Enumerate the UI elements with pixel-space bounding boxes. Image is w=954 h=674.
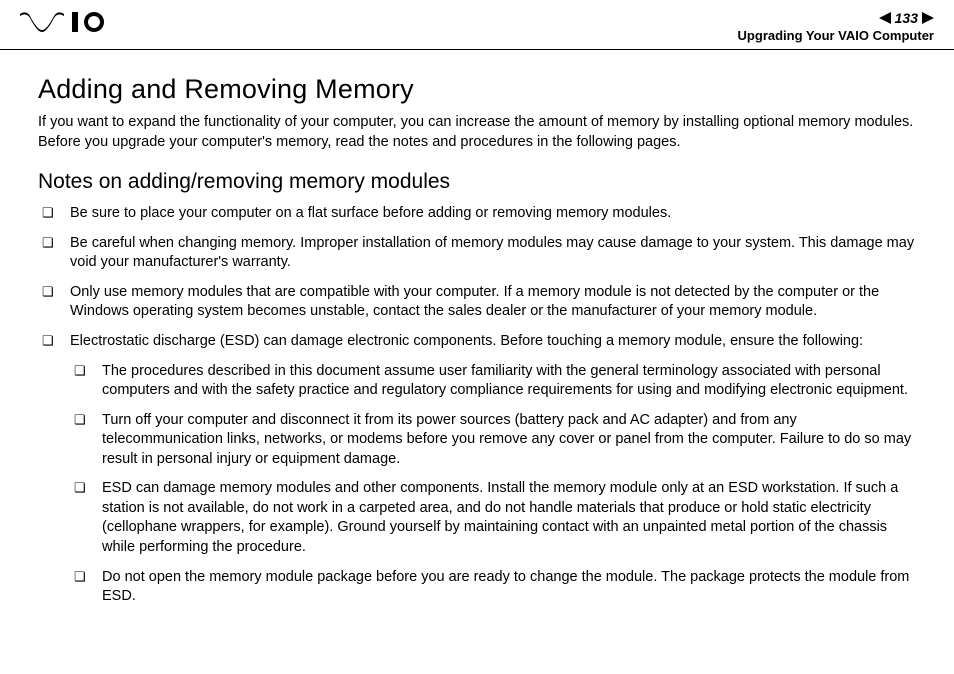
page-content: Adding and Removing Memory If you want t… <box>0 50 954 607</box>
list-item-text: Electrostatic discharge (ESD) can damage… <box>70 333 863 349</box>
nested-list: The procedures described in this documen… <box>70 362 916 607</box>
list-item: Be sure to place your computer on a flat… <box>38 204 916 224</box>
document-page: 133 Upgrading Your VAIO Computer Adding … <box>0 0 954 674</box>
list-item-text: The procedures described in this documen… <box>102 363 908 399</box>
list-item: ESD can damage memory modules and other … <box>70 479 916 557</box>
list-item-text: Only use memory modules that are compati… <box>70 284 879 320</box>
list-item-text: ESD can damage memory modules and other … <box>102 480 898 555</box>
prev-page-arrow-icon[interactable] <box>879 12 891 24</box>
list-item-text: Be sure to place your computer on a flat… <box>70 205 671 221</box>
page-title: Adding and Removing Memory <box>38 74 916 105</box>
list-item: Do not open the memory module package be… <box>70 568 916 607</box>
list-item: Only use memory modules that are compati… <box>38 283 916 322</box>
list-item: The procedures described in this documen… <box>70 362 916 401</box>
section-name: Upgrading Your VAIO Computer <box>738 28 934 43</box>
notes-list: Be sure to place your computer on a flat… <box>38 204 916 607</box>
list-item: Be careful when changing memory. Imprope… <box>38 234 916 273</box>
next-page-arrow-icon[interactable] <box>922 12 934 24</box>
page-header: 133 Upgrading Your VAIO Computer <box>0 0 954 50</box>
list-item: Electrostatic discharge (ESD) can damage… <box>38 332 916 607</box>
list-item-text: Be careful when changing memory. Imprope… <box>70 235 914 271</box>
list-item: Turn off your computer and disconnect it… <box>70 411 916 470</box>
list-item-text: Turn off your computer and disconnect it… <box>102 412 911 467</box>
vaio-logo <box>20 10 130 34</box>
section-subtitle: Notes on adding/removing memory modules <box>38 170 916 194</box>
list-item-text: Do not open the memory module package be… <box>102 569 909 605</box>
page-number: 133 <box>895 10 918 26</box>
intro-paragraph: If you want to expand the functionality … <box>38 113 916 152</box>
header-right: 133 Upgrading Your VAIO Computer <box>738 10 934 43</box>
page-number-nav: 133 <box>738 10 934 26</box>
